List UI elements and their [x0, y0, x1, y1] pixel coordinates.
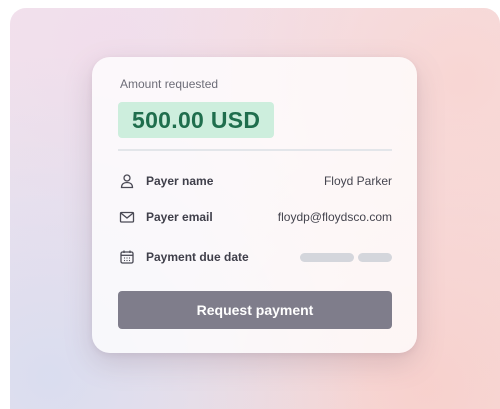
calendar-icon: [118, 248, 136, 266]
payer-email-label: Payer email: [146, 210, 213, 224]
amount-value: 500.00 USD: [132, 106, 261, 133]
due-date-row: Payment due date: [118, 247, 392, 267]
divider: [118, 149, 392, 151]
amount-caption: Amount requested: [120, 77, 219, 91]
amount-badge: 500.00 USD: [118, 102, 275, 138]
payer-email-value: floydp@floydsco.com: [277, 210, 392, 224]
due-date-label: Payment due date: [146, 250, 249, 264]
skeleton-bar: [300, 252, 354, 262]
due-date-loading-placeholder: [300, 252, 392, 262]
payer-name-value: Floyd Parker: [323, 174, 392, 188]
payment-request-card: Amount requested 500.00 USD Payer name F…: [92, 57, 417, 353]
user-icon: [118, 172, 136, 190]
mail-icon: [118, 208, 136, 226]
payer-email-row: Payer email floydp@floydsco.com: [118, 207, 392, 227]
payer-name-label: Payer name: [146, 174, 214, 188]
payer-name-row: Payer name Floyd Parker: [118, 171, 392, 191]
request-payment-button[interactable]: Request payment: [118, 291, 392, 329]
skeleton-bar: [358, 252, 392, 262]
